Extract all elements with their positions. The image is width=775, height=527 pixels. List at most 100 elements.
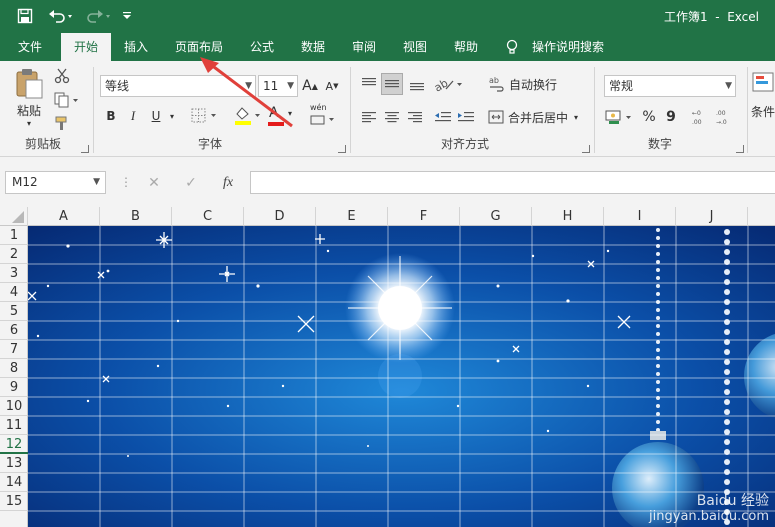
accounting-format-icon[interactable] (604, 106, 636, 128)
orientation-icon[interactable]: ab (432, 73, 466, 95)
chevron-down-icon: ▼ (725, 81, 732, 91)
tab-home[interactable]: 开始 (61, 33, 111, 61)
clipboard-group-label: 剪贴板 (24, 137, 61, 151)
font-color-swatch (268, 122, 284, 126)
svg-text:ab: ab (433, 76, 450, 93)
ribbon-home: 粘贴 ▾ 剪贴板 等线 ▼ 11 ▼ A ▲ A ▼ B I U ▾ A ▾ w… (0, 61, 775, 157)
title-bar: 工作簿1 - Excel (0, 0, 775, 33)
row-header[interactable]: 10 (0, 397, 28, 416)
align-top-icon[interactable] (358, 73, 380, 95)
wrap-text-button[interactable]: ab 自动换行 (488, 73, 570, 95)
document-name: 工作簿1 (663, 10, 708, 24)
watermark-title: Baidu 经验 (696, 493, 769, 509)
increase-font-size-button[interactable]: A ▲ (300, 75, 320, 97)
decrease-decimal-icon[interactable]: .00 →.0 (714, 106, 734, 128)
column-header-j[interactable]: J (676, 207, 748, 226)
font-color-button[interactable]: A ▾ (266, 105, 298, 127)
undo-icon[interactable] (46, 6, 76, 26)
tab-help[interactable]: 帮助 (442, 33, 490, 61)
phonetic-glyph: wén (310, 103, 327, 112)
clipboard-launcher-icon[interactable] (81, 145, 89, 153)
column-header-d[interactable]: D (244, 207, 316, 226)
align-middle-icon[interactable] (381, 73, 403, 95)
save-icon[interactable] (14, 6, 36, 26)
row-header[interactable]: 13 (0, 454, 28, 473)
italic-button[interactable]: I (124, 105, 142, 127)
number-launcher-icon[interactable] (736, 145, 744, 153)
column-header-a[interactable]: A (28, 207, 100, 226)
tell-me-search[interactable]: 操作说明搜索 (520, 33, 616, 61)
row-header[interactable]: 15 (0, 492, 28, 511)
row-header[interactable] (0, 511, 28, 527)
cancel-entry-icon[interactable]: ✕ (144, 173, 164, 193)
increase-decimal-icon[interactable]: ←0.00 (690, 106, 710, 128)
decrease-indent-icon[interactable] (432, 106, 454, 128)
phonetic-guide-button[interactable]: wén (308, 103, 338, 127)
align-left-icon[interactable] (358, 106, 380, 128)
tab-page-layout[interactable]: 页面布局 (163, 33, 235, 61)
comma-style-button[interactable]: 9 (662, 106, 680, 128)
column-header-e[interactable]: E (316, 207, 388, 226)
tab-view[interactable]: 视图 (391, 33, 439, 61)
select-all-corner[interactable] (0, 207, 28, 226)
tab-insert[interactable]: 插入 (112, 33, 160, 61)
phonetic-icon (310, 115, 334, 125)
copy-icon[interactable] (52, 91, 82, 109)
column-header-g[interactable]: G (460, 207, 532, 226)
insert-function-icon[interactable]: fx (218, 173, 238, 193)
chevron-down-icon: ▼ (245, 81, 252, 91)
column-header-h[interactable]: H (532, 207, 604, 226)
percent-style-button[interactable]: % (640, 106, 658, 128)
bold-button[interactable]: B (102, 105, 120, 127)
decrease-font-size-button[interactable]: A ▼ (322, 75, 342, 97)
underline-dropdown-icon[interactable]: ▾ (166, 105, 178, 127)
align-center-icon[interactable] (381, 106, 403, 128)
fill-color-icon[interactable] (232, 105, 264, 127)
paste-label: 粘贴 (16, 104, 41, 118)
row-header[interactable]: 4 (0, 283, 28, 302)
clipboard-icon (16, 69, 43, 99)
number-format-select[interactable]: 常规 ▼ (604, 75, 736, 97)
paste-button[interactable]: 粘贴 ▾ (10, 67, 48, 129)
row-header[interactable]: 1 (0, 226, 28, 245)
font-launcher-icon[interactable] (338, 145, 346, 153)
tab-formulas[interactable]: 公式 (238, 33, 286, 61)
underline-button[interactable]: U (146, 105, 166, 127)
column-header-f[interactable]: F (388, 207, 460, 226)
conditional-formatting-button[interactable]: 条件 (751, 71, 775, 131)
row-header[interactable]: 6 (0, 321, 28, 340)
merge-center-button[interactable]: 合并后居中 ▾ (488, 106, 580, 128)
row-header[interactable]: 3 (0, 264, 28, 283)
format-painter-icon[interactable] (52, 115, 72, 133)
row-header[interactable]: 7 (0, 340, 28, 359)
row-header-selected[interactable]: 12 (0, 435, 28, 454)
increase-indent-icon[interactable] (455, 106, 477, 128)
align-right-icon[interactable] (404, 106, 426, 128)
svg-text:ab: ab (489, 76, 499, 85)
font-family-select[interactable]: 等线 ▼ (100, 75, 256, 97)
borders-icon[interactable] (190, 105, 220, 127)
align-bottom-icon[interactable] (406, 73, 428, 95)
formula-input[interactable] (250, 171, 775, 194)
name-box[interactable]: M12 ▼ (5, 171, 106, 194)
tab-file[interactable]: 文件 (6, 33, 54, 61)
cut-icon[interactable] (52, 67, 72, 85)
customize-qat-icon[interactable] (120, 6, 134, 26)
tab-review[interactable]: 审阅 (340, 33, 388, 61)
row-header[interactable]: 11 (0, 416, 28, 435)
row-header[interactable]: 2 (0, 245, 28, 264)
column-header-b[interactable]: B (100, 207, 172, 226)
row-header[interactable]: 5 (0, 302, 28, 321)
row-header[interactable]: 9 (0, 378, 28, 397)
enter-entry-icon[interactable]: ✓ (181, 173, 201, 193)
row-header[interactable]: 14 (0, 473, 28, 492)
redo-icon[interactable] (84, 6, 114, 26)
tab-data[interactable]: 数据 (289, 33, 337, 61)
alignment-launcher-icon[interactable] (582, 145, 590, 153)
row-header[interactable]: 8 (0, 359, 28, 378)
column-header-c[interactable]: C (172, 207, 244, 226)
column-header-k[interactable] (748, 207, 775, 226)
column-header-i[interactable]: I (604, 207, 676, 226)
font-size-select[interactable]: 11 ▼ (258, 75, 298, 97)
shrink-arrow-icon: ▼ (333, 82, 339, 90)
